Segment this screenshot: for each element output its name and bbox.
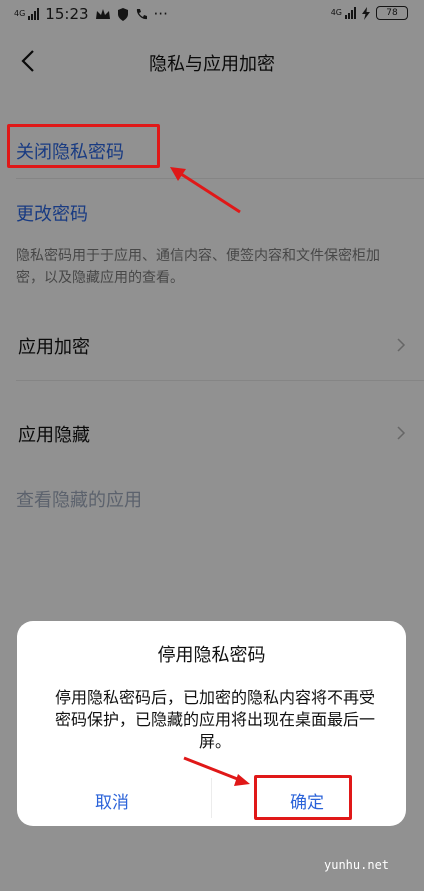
highlight-box bbox=[254, 775, 352, 820]
watermark: yunhu.net bbox=[324, 858, 390, 872]
arrow-annotation bbox=[183, 756, 250, 786]
cancel-button[interactable]: 取消 bbox=[77, 788, 147, 813]
highlight-box bbox=[7, 124, 160, 168]
dialog-message: 停用隐私密码后，已加密的隐私内容将不再受密码保护，已隐藏的应用将出现在桌面最后一… bbox=[55, 688, 376, 751]
arrow-annotation bbox=[170, 167, 241, 214]
dialog-title: 停用隐私密码 bbox=[157, 645, 266, 666]
